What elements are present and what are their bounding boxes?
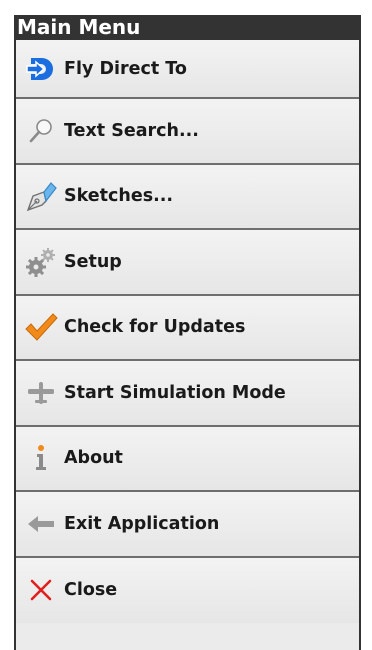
fly-direct-to-icon: [18, 49, 64, 89]
menu-item-label: Setup: [64, 251, 122, 272]
menu-item-start-simulation-mode[interactable]: Start Simulation Mode: [16, 361, 359, 427]
menu-item-label: Sketches...: [64, 186, 174, 207]
close-x-icon: [18, 570, 64, 610]
menu-item-fly-direct-to[interactable]: Fly Direct To: [16, 40, 359, 99]
menu-item-label: Text Search...: [64, 120, 199, 141]
menu-item-label: Check for Updates: [64, 317, 246, 338]
main-menu: Main Menu Fly Direct To Text Search... S…: [14, 15, 361, 650]
menu-item-label: About: [64, 448, 123, 469]
menu-item-label: Exit Application: [64, 513, 220, 534]
menu-item-about[interactable]: About: [16, 426, 359, 492]
menu-item-check-for-updates[interactable]: Check for Updates: [16, 295, 359, 361]
menu-item-setup[interactable]: Setup: [16, 230, 359, 296]
menu-item-label: Start Simulation Mode: [64, 382, 286, 403]
menu-title: Main Menu: [16, 15, 359, 40]
menu-item-label: Fly Direct To: [64, 58, 187, 79]
menu-item-exit-application[interactable]: Exit Application: [16, 492, 359, 558]
checkmark-icon: [18, 307, 64, 347]
gears-icon: [18, 242, 64, 282]
airplane-icon: [18, 373, 64, 413]
magnifier-icon: [18, 111, 64, 151]
menu-item-close[interactable]: Close: [16, 557, 359, 623]
menu-item-label: Close: [64, 580, 118, 600]
info-icon: [18, 438, 64, 478]
arrow-left-icon: [18, 504, 64, 544]
menu-item-sketches[interactable]: Sketches...: [16, 164, 359, 230]
menu-item-text-search[interactable]: Text Search...: [16, 99, 359, 165]
pen-icon: [18, 176, 64, 216]
